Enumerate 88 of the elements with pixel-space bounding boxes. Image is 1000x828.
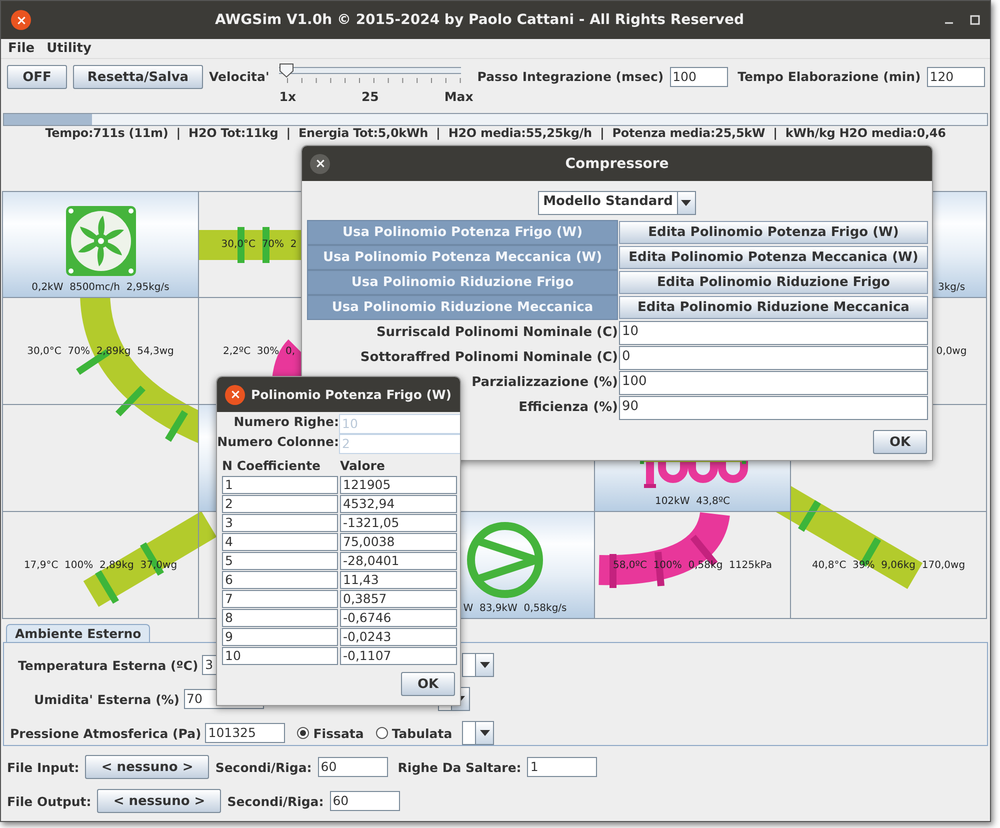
close-icon[interactable] <box>11 10 31 30</box>
table-cell[interactable]: 8 <box>222 609 338 627</box>
radio-label: Fissata <box>313 726 364 740</box>
field-label: Secondi/Riga: <box>215 760 312 774</box>
tick-label: Max <box>444 89 474 104</box>
table-cell[interactable]: -28,0401 <box>340 552 457 570</box>
table-cell[interactable]: 7 <box>222 590 338 608</box>
table-cell[interactable]: 4532,94 <box>340 495 457 513</box>
param-label: Sottoraffred Polinomi Nominale (C) <box>359 350 618 365</box>
tick-label: 1x <box>279 89 296 104</box>
param-field[interactable]: 90 <box>619 396 928 420</box>
table-cell[interactable]: -0,6746 <box>340 609 457 627</box>
file-label: File Output: <box>7 794 92 808</box>
number-field[interactable]: 60 <box>318 757 388 777</box>
fan-icon <box>66 206 136 276</box>
dropdown-arrow-icon <box>681 200 692 206</box>
radio-button[interactable] <box>297 727 310 739</box>
ok-button[interactable]: OK <box>873 430 927 454</box>
table-cell[interactable]: 3 <box>222 514 338 532</box>
dialog-title: Compressore <box>564 156 670 172</box>
reading-text: 102kW 43,8ºC <box>654 496 730 507</box>
time-field[interactable]: 120 <box>926 67 985 87</box>
ambient-tab[interactable]: Ambiente Esterno <box>6 624 150 642</box>
dropdown-arrow-icon <box>480 662 490 668</box>
table-cell[interactable]: 0,3857 <box>340 590 457 608</box>
table-cell[interactable]: -1321,05 <box>340 514 457 532</box>
humidity-label: Umidita' Esterna (%) <box>34 692 180 706</box>
file-button[interactable]: < nessuno > <box>85 755 210 779</box>
step-field[interactable]: 100 <box>670 67 728 87</box>
reading-text: 2,2ºC 30% 0, <box>222 346 296 356</box>
param-label: Efficienza (%) <box>518 400 618 415</box>
dropdown[interactable] <box>462 721 494 745</box>
param-field[interactable]: 100 <box>619 371 928 395</box>
step-label: Passo Integrazione (msec) <box>477 69 664 84</box>
file-button[interactable]: < nessuno > <box>97 789 222 813</box>
columns-label: Numero Colonne: <box>217 434 339 451</box>
menu-item[interactable]: Utility <box>46 41 92 56</box>
dropdown-arrow-icon <box>480 730 490 736</box>
maximize-icon[interactable] <box>970 15 980 25</box>
power-button[interactable]: OFF <box>7 65 67 89</box>
param-field[interactable]: 10 <box>619 321 928 345</box>
table-cell[interactable]: -0,1107 <box>340 647 457 665</box>
table-cell[interactable]: 2 <box>222 495 338 513</box>
field-label: Righe Da Saltare: <box>398 760 522 774</box>
dropdown[interactable] <box>462 653 494 677</box>
tick-label: 25 <box>361 89 379 104</box>
stats-text: Tempo:711s (11m) | H2O Tot:11kg | Energia Tot:5,0kWh | H2O media:55,25kg/h | Potenza media:25,5kW | kWh/kg H2O media:0,46 <box>44 126 947 142</box>
number-field[interactable]: 60 <box>330 791 400 811</box>
column-header: N Coefficiente <box>222 457 322 475</box>
table-cell[interactable]: 9 <box>222 628 338 646</box>
param-label: Surriscald Polinomi Nominale (C) <box>375 325 618 340</box>
radio-button[interactable] <box>376 727 388 739</box>
reading-text: W 83,9kW 0,58kg/s <box>463 603 567 614</box>
table-cell[interactable]: 10 <box>222 647 338 665</box>
window-title: AWGSim V1.0h © 2015-2024 by Paolo Cattani - All Rights Reserved <box>214 12 745 28</box>
temperature-label: Temperatura Esterna (ºC) <box>18 658 198 672</box>
pressure-field[interactable]: 101325 <box>205 723 286 743</box>
table-cell[interactable]: 75,0038 <box>340 533 457 551</box>
slider-thumb[interactable] <box>279 63 294 78</box>
table-cell[interactable]: 5 <box>222 552 338 570</box>
menu-item[interactable]: File <box>8 41 35 56</box>
number-field[interactable]: 1 <box>527 757 598 777</box>
param-field[interactable]: 0 <box>619 346 928 370</box>
model-dropdown[interactable]: Modello Standard <box>538 191 696 215</box>
speed-label: Velocita' <box>209 69 270 84</box>
reading-text: 3kg/s <box>938 282 966 293</box>
close-icon[interactable] <box>225 384 245 404</box>
close-icon[interactable] <box>310 154 330 174</box>
column-header: Valore <box>340 457 386 475</box>
reading-text: 0,2kW 8500mc/h 2,95kg/s <box>32 282 170 293</box>
reading-text: 0,0wg <box>936 346 967 356</box>
component-panel[interactable]: 0,2kW 8500mc/h 2,95kg/s <box>2 191 199 298</box>
ok-button[interactable]: OK <box>401 672 455 696</box>
table-cell[interactable]: 1 <box>222 476 338 494</box>
dialog-title: Polinomio Potenza Frigo (W) <box>251 387 452 402</box>
pressure-label: Pressione Atmosferica (Pa) <box>10 726 202 740</box>
table-cell[interactable]: 6 <box>222 571 338 589</box>
field-label: Secondi/Riga: <box>227 794 324 808</box>
table-cell[interactable]: 4 <box>222 533 338 551</box>
time-label: Tempo Elaborazione (min) <box>738 69 921 84</box>
rows-label: Numero Righe: <box>232 414 339 431</box>
file-label: File Input: <box>7 760 80 774</box>
reset-button[interactable]: Resetta/Salva <box>73 65 203 89</box>
table-cell[interactable]: 11,43 <box>340 571 457 589</box>
param-label: Parzializzazione (%) <box>470 375 618 390</box>
radio-label: Tabulata <box>392 726 452 740</box>
table-cell[interactable]: 121905 <box>340 476 457 494</box>
table-cell[interactable]: -0,0243 <box>340 628 457 646</box>
